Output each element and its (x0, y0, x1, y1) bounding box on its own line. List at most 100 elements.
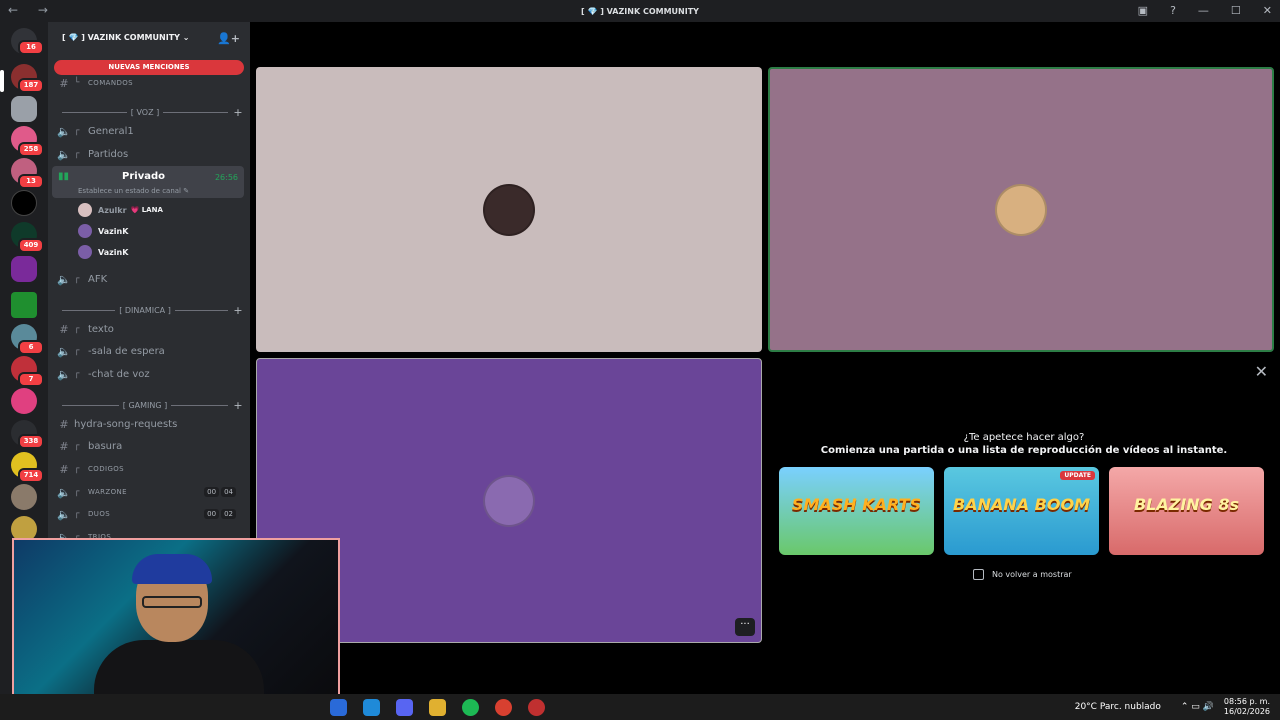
activity-launcher: ✕ ¿Te apetece hacer algo? Comienza una p… (768, 362, 1280, 642)
dont-show-checkbox[interactable]: No volver a mostrar (973, 569, 1072, 580)
tree-icon: ┌ (74, 126, 80, 136)
voice-member[interactable]: VazinK (78, 242, 128, 262)
server-icon[interactable] (11, 388, 37, 414)
avatar (78, 245, 92, 259)
tree-icon: ┌ (74, 464, 80, 474)
tree-icon: ┌ (74, 487, 80, 497)
tiktok-icon[interactable] (11, 190, 37, 216)
divider (62, 309, 116, 311)
speaker-icon: 🔈 (57, 124, 71, 138)
channel-texto[interactable]: # ┌ texto (56, 319, 244, 339)
member-tag: 💗 LANA (130, 206, 163, 214)
badge: 338 (18, 434, 44, 449)
system-tray: 20°C Parc. nublado ⌃ ▭ 🔊 08:56 p. m. 16/… (1075, 697, 1270, 717)
update-badge: UPDATE (1060, 471, 1095, 480)
folder-icon[interactable] (429, 699, 446, 716)
edge-icon[interactable] (363, 699, 380, 716)
channel-afk[interactable]: 🔈 ┌ AFK (56, 269, 244, 289)
title-bar: ← → [ 💎 ] VAZINK COMMUNITY ▣ ? — ☐ ✕ (0, 0, 1280, 22)
game-card[interactable]: BLAZING 8s (1109, 467, 1264, 555)
add-channel-icon[interactable]: + (232, 106, 244, 119)
user-limit: 00 04 (204, 487, 236, 497)
person-glasses (142, 596, 202, 608)
category-voz[interactable]: [ VOZ ] + (58, 104, 244, 120)
badge: 258 (18, 142, 44, 157)
channel-basura[interactable]: # ┌ basura (56, 436, 244, 456)
server-folder-icon[interactable] (11, 256, 37, 282)
set-status-link[interactable]: Establece un estado de canal ✎ (78, 187, 189, 195)
help-icon[interactable]: ? (1170, 4, 1176, 17)
avatar (995, 183, 1047, 236)
divider (62, 111, 127, 113)
voice-member[interactable]: Azulkr 💗 LANA (78, 200, 163, 220)
call-timer: 26:56 (214, 173, 238, 182)
badge: 13 (18, 174, 44, 189)
channel-sala-espera[interactable]: 🔈 ┌ -sala de espera (56, 341, 244, 361)
server-icon[interactable] (11, 96, 37, 122)
tree-icon: ┌ (74, 324, 80, 334)
channel-hydra[interactable]: # hydra-song-requests (56, 414, 244, 434)
divider (174, 309, 228, 311)
video-tile-speaking[interactable] (768, 67, 1274, 352)
channel-comandos[interactable]: # └ COMANDOS (56, 73, 244, 93)
discord-icon[interactable] (396, 699, 413, 716)
speaker-icon: 🔈 (57, 485, 71, 499)
clock[interactable]: 08:56 p. m. 16/02/2026 (1224, 697, 1270, 717)
spotify-icon[interactable] (462, 699, 479, 716)
minimize-button[interactable]: — (1198, 4, 1209, 17)
close-button[interactable]: ✕ (1263, 4, 1272, 17)
channel-codigos[interactable]: # ┌ CODIGOS (56, 459, 244, 479)
activity-question: ¿Te apetece hacer algo? (963, 432, 1085, 443)
chrome-icon[interactable] (495, 699, 512, 716)
person-cap (132, 554, 212, 584)
category-gaming[interactable]: [ GAMING ] + (58, 397, 244, 413)
hash-icon: # (59, 322, 69, 336)
badge: 187 (18, 78, 44, 93)
server-header[interactable]: [ 💎 ] VAZINK COMMUNITY ⌄ 👤+ (48, 22, 250, 52)
channel-privado[interactable]: ▮▮ Privado 26:56 Establece un estado de … (52, 166, 244, 198)
add-channel-icon[interactable]: + (232, 304, 244, 317)
window-controls: ▣ ? — ☐ ✕ (1138, 4, 1272, 17)
windows-taskbar: 20°C Parc. nublado ⌃ ▭ 🔊 08:56 p. m. 16/… (0, 694, 1280, 720)
category-dinamica[interactable]: [ DINAMICA ] + (58, 302, 244, 318)
inbox-icon[interactable]: ▣ (1138, 4, 1148, 17)
badge: 7 (18, 372, 44, 387)
avatar (483, 474, 535, 527)
selected-pip (0, 70, 4, 92)
server-icon[interactable] (11, 484, 37, 510)
obs-icon[interactable] (528, 699, 545, 716)
divider (62, 404, 119, 406)
invite-icon[interactable]: 👤+ (217, 32, 240, 45)
game-card[interactable]: SMASH KARTS (779, 467, 934, 555)
maximize-button[interactable]: ☐ (1231, 4, 1241, 17)
channel-duos[interactable]: 🔈 ┌ DUOS 00 02 (56, 504, 244, 524)
hash-icon: # (59, 76, 69, 90)
channel-partidos[interactable]: 🔈 ┌ Partidos (56, 144, 244, 164)
server-icon[interactable] (11, 292, 37, 318)
weather-widget[interactable]: 20°C Parc. nublado (1075, 702, 1161, 712)
video-tile[interactable] (256, 67, 762, 352)
tray-icons[interactable]: ⌃ ▭ 🔊 (1181, 702, 1214, 712)
hash-icon: # (59, 462, 69, 476)
avatar (78, 224, 92, 238)
divider (171, 404, 229, 406)
channel-general1[interactable]: 🔈 ┌ General1 (56, 121, 244, 141)
more-options-button[interactable]: ··· (735, 618, 755, 636)
voice-active-icon: ▮▮ (58, 171, 70, 182)
channel-warzone[interactable]: 🔈 ┌ WARZONE 00 04 (56, 482, 244, 502)
tree-icon: └ (74, 78, 80, 88)
voice-member[interactable]: VazinK (78, 221, 128, 241)
game-card[interactable]: BANANA BOOM UPDATE (944, 467, 1099, 555)
close-icon[interactable]: ✕ (1255, 362, 1268, 381)
checkbox[interactable] (973, 569, 984, 580)
hash-icon: # (59, 417, 69, 431)
avatar (483, 183, 535, 236)
add-channel-icon[interactable]: + (232, 399, 244, 412)
badge: 6 (18, 340, 44, 355)
channel-chat-voz[interactable]: 🔈 ┌ -chat de voz (56, 364, 244, 384)
server-name: [ 💎 ] VAZINK COMMUNITY ⌄ (62, 32, 190, 42)
badge: 16 (18, 40, 44, 55)
search-icon[interactable] (330, 699, 347, 716)
tree-icon: ┌ (74, 149, 80, 159)
activity-subtitle: Comienza una partida o una lista de repr… (820, 445, 1228, 456)
